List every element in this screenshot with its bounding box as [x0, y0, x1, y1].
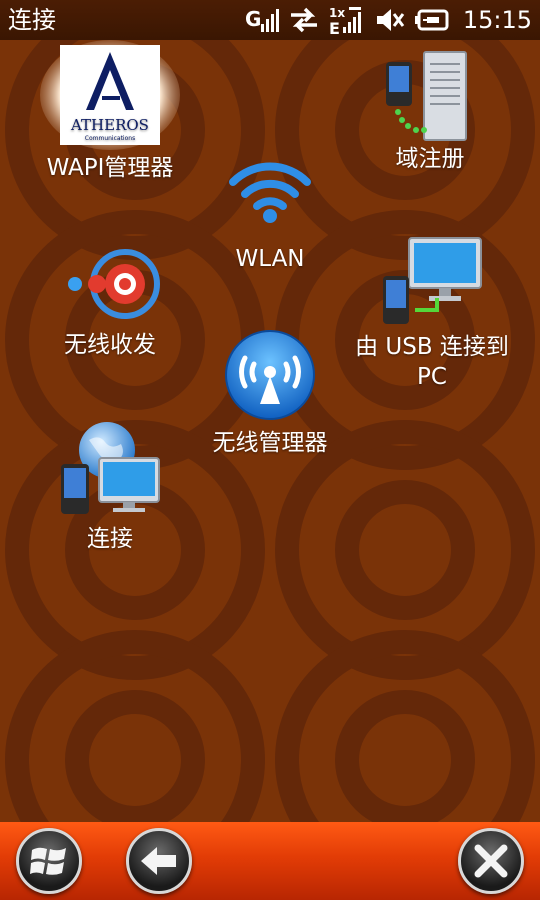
svg-text:G: G: [245, 7, 261, 31]
1x-network-icon: 1x E: [329, 5, 365, 35]
app-wireless-manager[interactable]: 无线管理器: [180, 328, 360, 458]
clock: 15:15: [462, 6, 532, 34]
window-title: 连接: [8, 6, 56, 34]
app-label: 无线管理器: [212, 430, 328, 456]
atheros-logo-text: ATHEROS: [70, 116, 149, 134]
battery-icon: [414, 9, 451, 31]
app-label: 无线收发: [64, 332, 156, 358]
wifi-icon: [229, 162, 311, 223]
atheros-logo-subtext: Communications: [85, 135, 135, 142]
app-connections[interactable]: 连接: [20, 420, 200, 554]
beam-icon: [68, 249, 160, 319]
network-type-label: 1x: [329, 6, 345, 20]
close-button[interactable]: [458, 828, 524, 894]
app-wapi-manager[interactable]: ATHEROS Communications WAPI管理器: [20, 40, 200, 183]
start-button[interactable]: [16, 828, 82, 894]
app-beam[interactable]: 无线收发: [20, 240, 200, 360]
app-label-line1: 由 USB 连接到: [355, 334, 509, 360]
app-label: 连接: [87, 526, 133, 552]
svg-text:E: E: [329, 19, 340, 35]
back-button[interactable]: [126, 828, 192, 894]
data-transfer-icon: [289, 7, 319, 33]
app-usb-to-pc[interactable]: 由 USB 连接到 PC: [340, 236, 524, 392]
app-wlan[interactable]: WLAN: [180, 150, 360, 274]
status-bar: 连接 G 1x E 15:15: [0, 0, 540, 40]
windows-start-icon: [30, 847, 66, 875]
app-label: WAPI管理器: [46, 155, 174, 181]
status-icons[interactable]: G 1x E 15:15: [245, 4, 532, 36]
usb-to-pc-icon: [383, 237, 482, 324]
wireless-manager-icon: [225, 330, 315, 420]
app-domain-enroll[interactable]: 域注册: [340, 48, 520, 174]
atheros-logo-icon: ATHEROS Communications: [40, 40, 180, 150]
connections-icon: [61, 422, 160, 514]
signal-strength-icon: G: [245, 6, 279, 34]
speaker-muted-icon: [375, 7, 405, 33]
app-label: WLAN: [235, 246, 305, 272]
domain-enroll-icon: [386, 51, 467, 141]
back-arrow-icon: [141, 847, 176, 875]
app-label: 域注册: [395, 146, 465, 172]
close-icon: [474, 844, 508, 878]
app-label-line2: PC: [417, 364, 447, 390]
